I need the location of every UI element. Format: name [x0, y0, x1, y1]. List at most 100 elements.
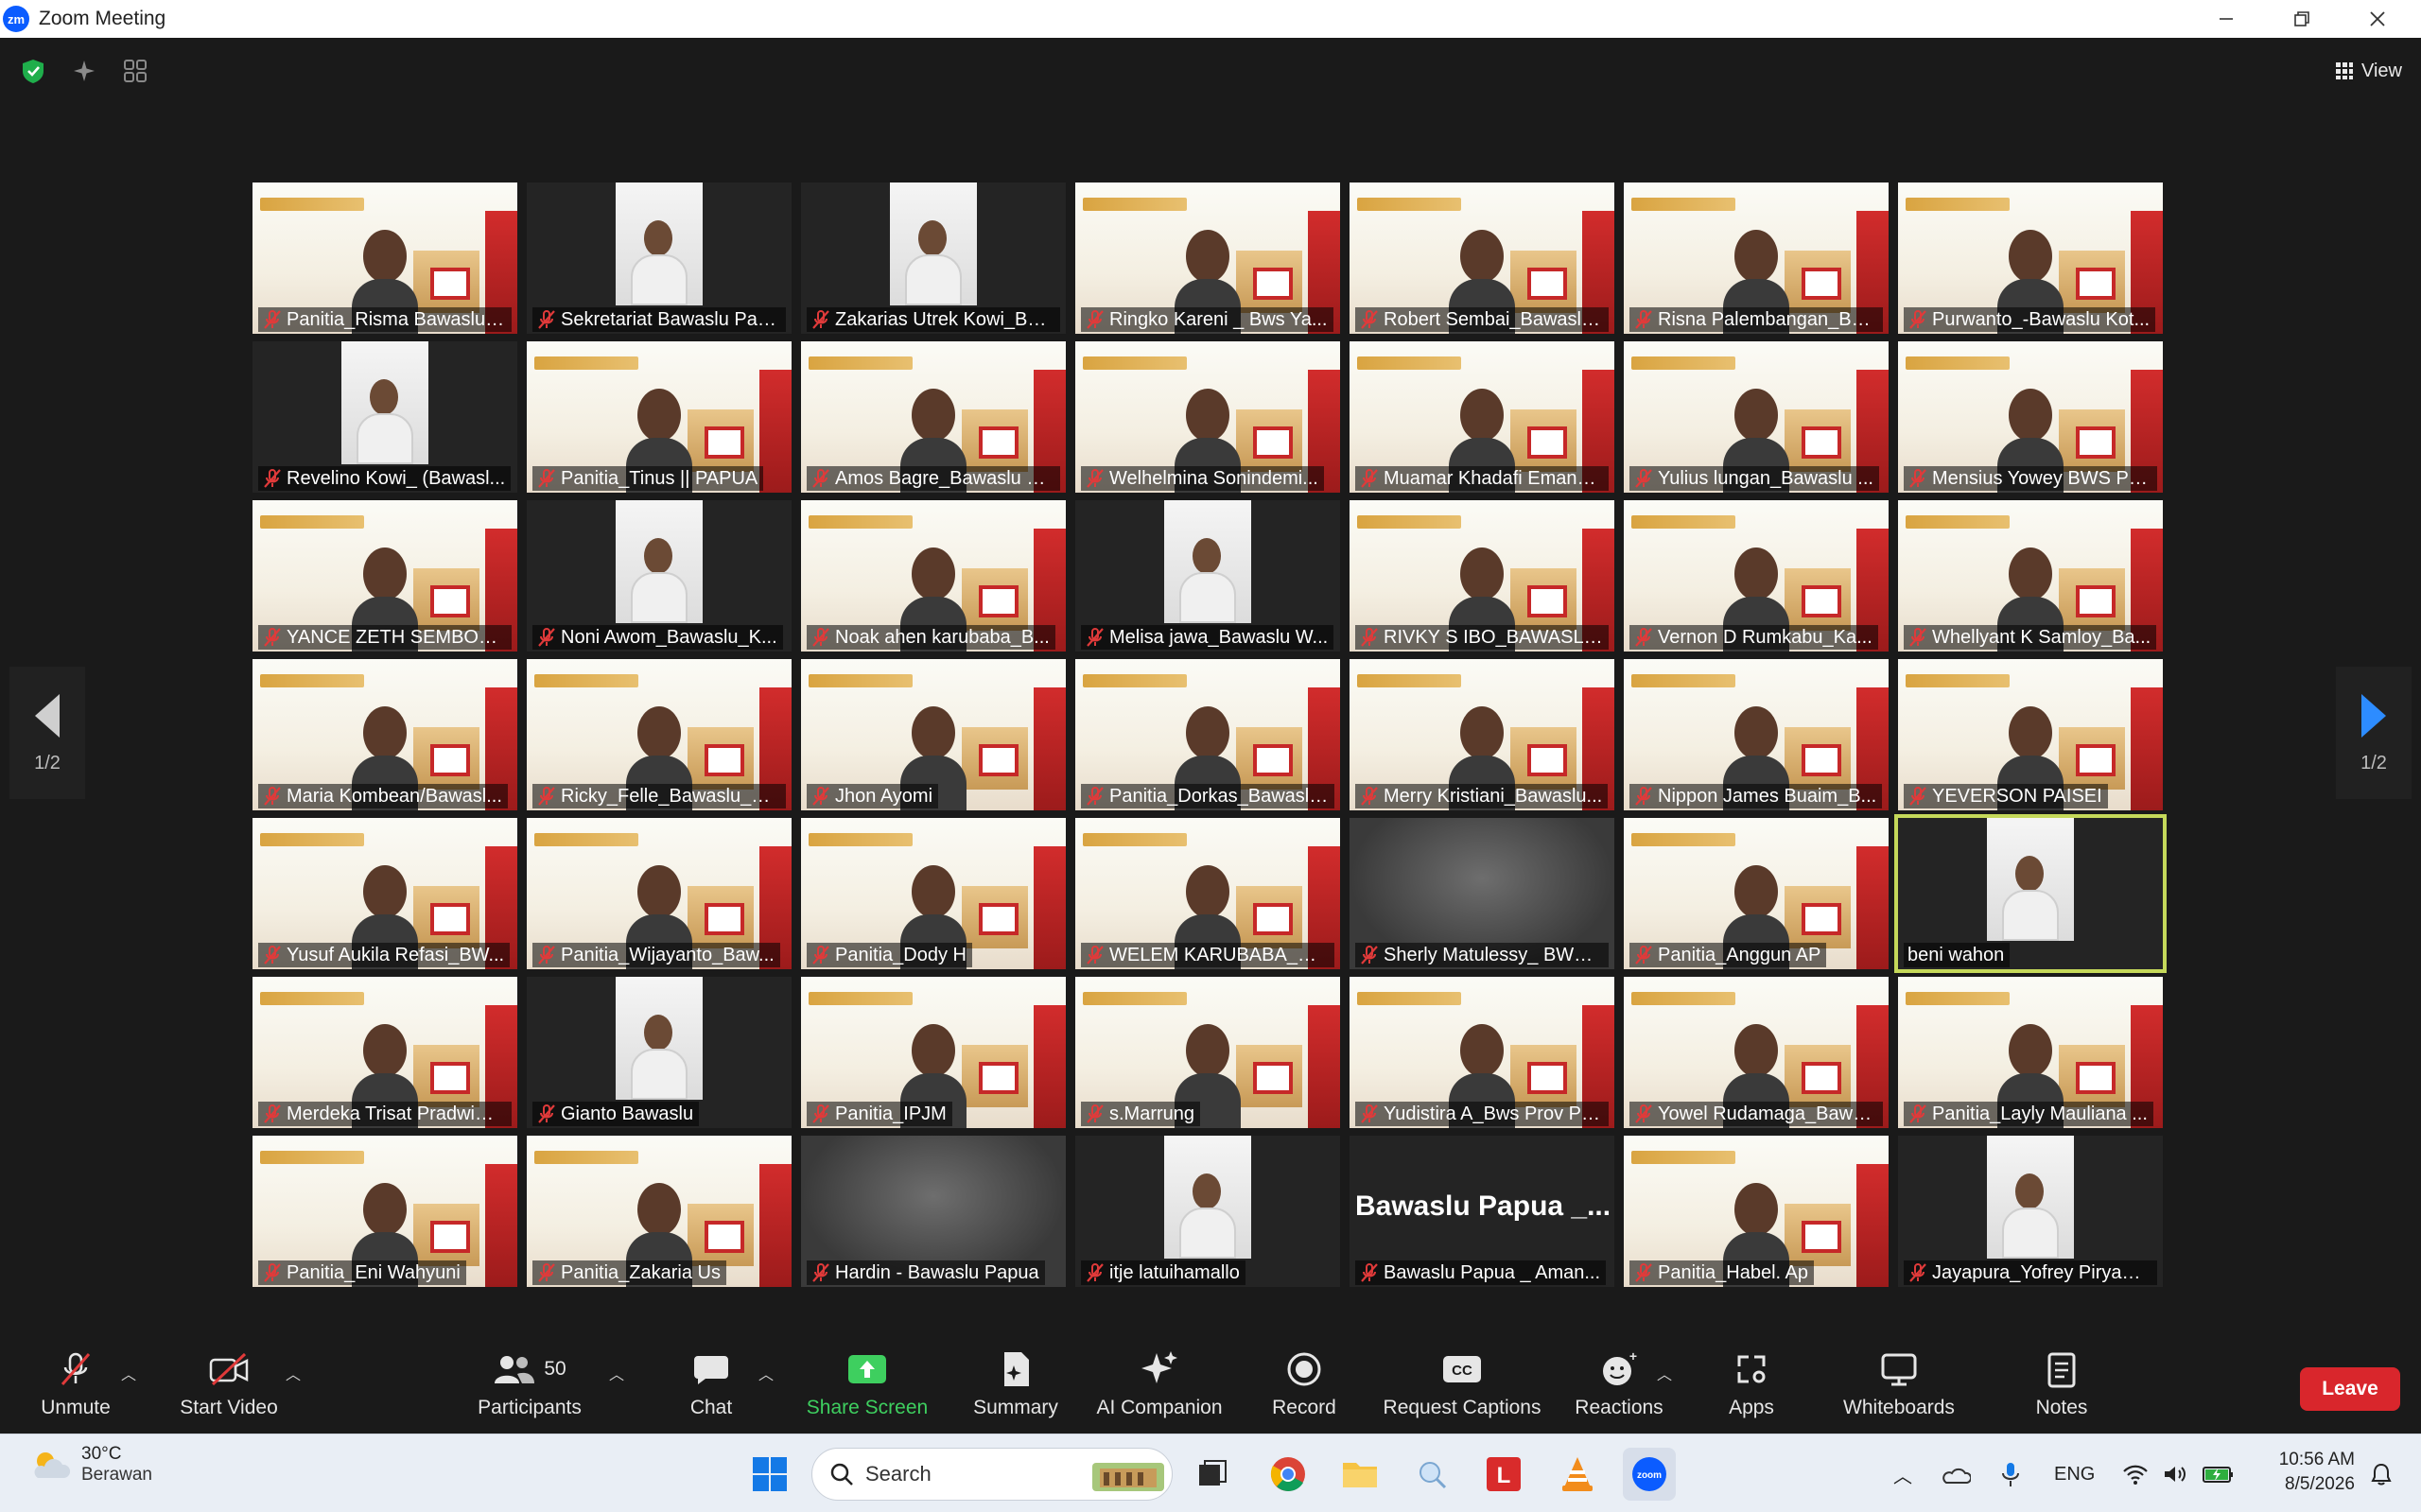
participant-video-tile[interactable]: Purwanto_-Bawaslu Kot...	[1898, 182, 2163, 334]
record-button[interactable]: Record	[1262, 1333, 1347, 1434]
participant-video-tile[interactable]: Panitia_Eni Wahyuni	[253, 1136, 517, 1287]
participant-video-tile[interactable]: Noni Awom_Bawaslu_K...	[527, 500, 792, 652]
banner-building-graphic	[688, 886, 754, 948]
participant-video-tile[interactable]: Welhelmina Sonindemi...	[1075, 341, 1340, 493]
task-view-icon[interactable]	[1186, 1448, 1239, 1501]
participant-video-tile[interactable]: Yulius lungan_Bawaslu ...	[1624, 341, 1889, 493]
start-button[interactable]	[743, 1448, 796, 1501]
chat-button[interactable]: Chat	[673, 1333, 749, 1434]
participant-video-tile[interactable]: Panitia_Tinus || PAPUA	[527, 341, 792, 493]
previous-page-button[interactable]: 1/2	[9, 667, 85, 799]
participants-button[interactable]: 50 Participants	[473, 1333, 586, 1434]
participant-video-tile[interactable]: Nippon James Buaim_B...	[1624, 659, 1889, 810]
participant-video-tile[interactable]: Melisa jawa_Bawaslu W...	[1075, 500, 1340, 652]
participant-video-tile[interactable]: Yusuf Aukila Refasi_BW...	[253, 818, 517, 969]
participant-video-tile[interactable]: Zakarias Utrek Kowi_BW...	[801, 182, 1066, 334]
muted-microphone-icon	[264, 787, 281, 806]
participant-video-tile[interactable]: Jhon Ayomi	[801, 659, 1066, 810]
participant-video-tile[interactable]: Bawaslu Papua _... Bawaslu Papua _ Aman..…	[1350, 1136, 1614, 1287]
participant-video-tile[interactable]: Maria Kombean/Bawasl...	[253, 659, 517, 810]
onedrive-sync-icon[interactable]	[1942, 1453, 1971, 1495]
participant-video-tile[interactable]: Mensius Yowey BWS PR...	[1898, 341, 2163, 493]
l-app-icon[interactable]: L	[1477, 1448, 1530, 1501]
participant-video-tile[interactable]: YANCE ZETH SEMBOAR...	[253, 500, 517, 652]
close-button[interactable]	[2340, 0, 2415, 38]
request-captions-button[interactable]: CC Request Captions	[1379, 1333, 1545, 1434]
participant-video-tile[interactable]: s.Marrung	[1075, 977, 1340, 1128]
vlc-icon[interactable]	[1551, 1448, 1604, 1501]
taskbar-clock[interactable]: 10:56 AM 8/5/2026	[2251, 1448, 2355, 1497]
sparkle-icon[interactable]	[68, 55, 100, 87]
participant-video-tile[interactable]: Revelino Kowi_ (Bawasl...	[253, 341, 517, 493]
notification-bell-icon[interactable]	[2370, 1453, 2393, 1495]
speaker-volume-icon[interactable]	[2162, 1453, 2188, 1495]
whiteboards-button[interactable]: Whiteboards	[1833, 1333, 1965, 1434]
file-explorer-icon[interactable]	[1333, 1448, 1386, 1501]
participant-video-tile[interactable]: Muamar Khadafi Eman_...	[1350, 341, 1614, 493]
participant-video-tile[interactable]: Sherly Matulessy_ BWS ...	[1350, 818, 1614, 969]
summary-icon	[994, 1347, 1037, 1391]
magnifier-app-icon[interactable]	[1405, 1448, 1458, 1501]
participant-video-tile[interactable]: Sekretariat Bawaslu Pap...	[527, 182, 792, 334]
participant-video-tile[interactable]: Panitia_Layly Mauliana ...	[1898, 977, 2163, 1128]
start-video-button[interactable]: Start Video	[176, 1333, 282, 1434]
notes-button[interactable]: Notes	[2026, 1333, 2098, 1434]
participant-video-tile[interactable]: WELEM KARUBABA_Se...	[1075, 818, 1340, 969]
input-language[interactable]: ENG	[2054, 1453, 2095, 1495]
gallery-grid-icon[interactable]	[119, 55, 151, 87]
participant-video-tile[interactable]: Panitia_Dorkas_Bawaslu...	[1075, 659, 1340, 810]
participant-video-tile[interactable]: YEVERSON PAISEI	[1898, 659, 2163, 810]
participant-video-tile[interactable]: Vernon D Rumkabu_Ka...	[1624, 500, 1889, 652]
share-screen-button[interactable]: Share Screen	[806, 1333, 929, 1434]
ai-companion-button[interactable]: AI Companion	[1093, 1333, 1226, 1434]
battery-charging-icon[interactable]	[2202, 1453, 2236, 1495]
participant-video-tile[interactable]: Hardin - Bawaslu Papua	[801, 1136, 1066, 1287]
participant-video-tile[interactable]: RIVKY S IBO_BAWASLU ...	[1350, 500, 1614, 652]
participant-video-tile[interactable]: Noak ahen karubaba_B...	[801, 500, 1066, 652]
participant-video-tile[interactable]: Panitia_Wijayanto_Baw...	[527, 818, 792, 969]
minimize-button[interactable]	[2188, 0, 2264, 38]
summary-button[interactable]: Summary	[965, 1333, 1067, 1434]
participant-video-tile[interactable]: Gianto Bawaslu	[527, 977, 792, 1128]
record-label: Record	[1272, 1397, 1336, 1418]
apps-button[interactable]: Apps	[1712, 1333, 1791, 1434]
participant-video-tile[interactable]: Panitia_Habel. Ap	[1624, 1136, 1889, 1287]
security-shield-icon[interactable]	[17, 55, 49, 87]
restore-button[interactable]	[2264, 0, 2340, 38]
participant-video-tile[interactable]: itje latuihamallo	[1075, 1136, 1340, 1287]
participant-video-tile[interactable]: Merdeka Trisat Pradwim...	[253, 977, 517, 1128]
audio-options-chevron-icon[interactable]: ︿	[121, 1362, 136, 1384]
participant-video-tile[interactable]: Yowel Rudamaga_Bawa...	[1624, 977, 1889, 1128]
view-button[interactable]: View	[2335, 55, 2402, 87]
video-options-chevron-icon[interactable]: ︿	[286, 1362, 301, 1384]
participant-video-tile[interactable]: Jayapura_Yofrey Piryamta	[1898, 1136, 2163, 1287]
participant-video-tile[interactable]: Panitia_Risma Bawaslu ...	[253, 182, 517, 334]
weather-widget[interactable]: 30°C Berawan	[28, 1444, 152, 1486]
chrome-icon[interactable]	[1262, 1448, 1315, 1501]
participant-video-tile[interactable]: Whellyant K Samloy_Ba...	[1898, 500, 2163, 652]
chat-options-chevron-icon[interactable]: ︿	[758, 1362, 774, 1384]
participant-video-tile[interactable]: Ringko Kareni _ Bws Ya...	[1075, 182, 1340, 334]
next-page-button[interactable]: 1/2	[2336, 667, 2412, 799]
unmute-button[interactable]: Unmute	[38, 1333, 113, 1434]
taskbar-search-box[interactable]: Search	[811, 1448, 1173, 1501]
participant-video-tile[interactable]: Ricky_Felle_Bawaslu_Ka...	[527, 659, 792, 810]
participant-video-tile[interactable]: Merry Kristiani_Bawaslu...	[1350, 659, 1614, 810]
participant-video-tile[interactable]: Yudistira A_Bws Prov Pa...	[1350, 977, 1614, 1128]
leave-button[interactable]: Leave	[2300, 1367, 2400, 1411]
participant-video-tile[interactable]: Robert Sembai_Bawaslu...	[1350, 182, 1614, 334]
show-hidden-icons-chevron-icon[interactable]: ︿	[1893, 1453, 1912, 1495]
participants-options-chevron-icon[interactable]: ︿	[609, 1362, 624, 1384]
zoom-taskbar-icon[interactable]: zoom	[1623, 1448, 1676, 1501]
participant-video-tile[interactable]: Panitia_Anggun AP	[1624, 818, 1889, 969]
microphone-tray-icon[interactable]	[1999, 1453, 2022, 1495]
reactions-button[interactable]: + Reactions	[1574, 1333, 1664, 1434]
participant-video-tile[interactable]: Amos Bagre_Bawaslu K...	[801, 341, 1066, 493]
reactions-options-chevron-icon[interactable]: ︿	[1657, 1362, 1672, 1384]
participant-video-tile[interactable]: Risna Palembangan_Ba...	[1624, 182, 1889, 334]
participant-video-tile[interactable]: beni wahon	[1894, 814, 2167, 973]
participant-video-tile[interactable]: Panitia_IPJM	[801, 977, 1066, 1128]
participant-video-tile[interactable]: Panitia_Zakaria Us	[527, 1136, 792, 1287]
wifi-icon[interactable]	[2122, 1453, 2149, 1495]
participant-video-tile[interactable]: Panitia_Dody H	[801, 818, 1066, 969]
